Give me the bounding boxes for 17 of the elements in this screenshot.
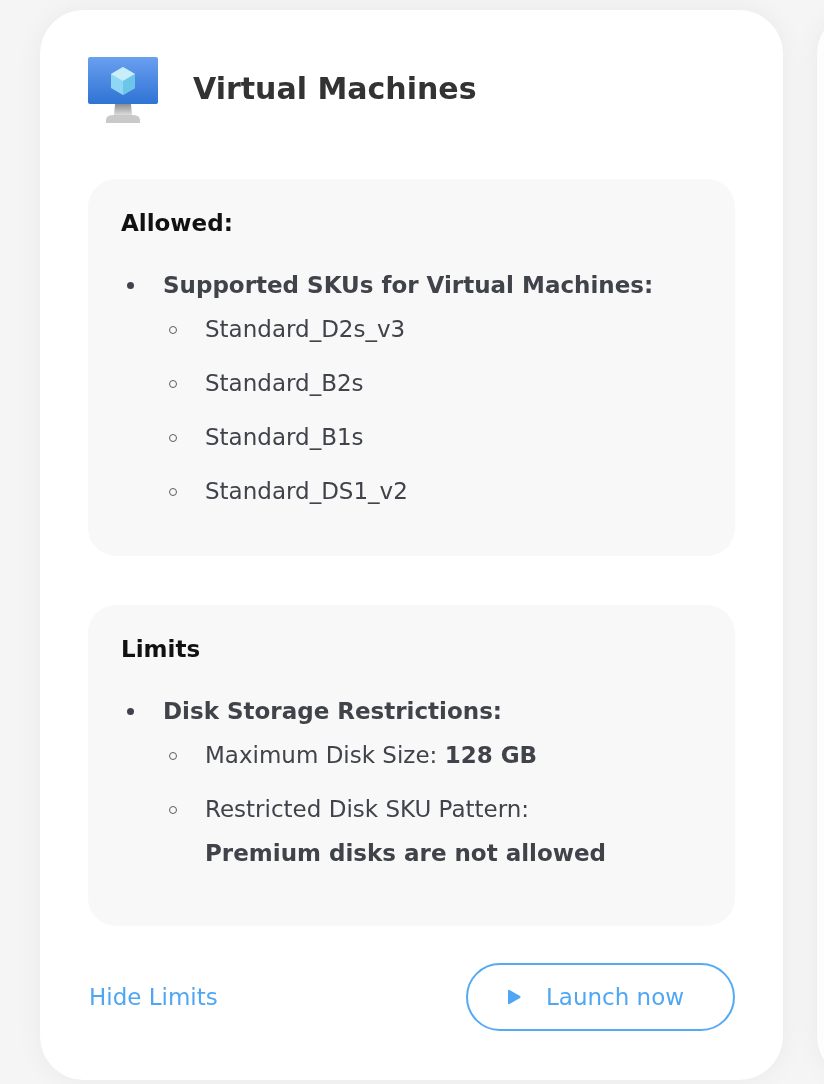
monitor-cube-icon: [88, 57, 158, 125]
list-item: Standard_D2s_v3: [205, 315, 406, 344]
group-title: Supported SKUs for Virtual Machines:: [163, 271, 654, 300]
list-item: Standard_B1s: [205, 423, 364, 452]
play-icon: [508, 989, 521, 1005]
list-item: Restricted Disk SKU Pattern: Premium disks are not allowed: [205, 795, 607, 868]
bullet-icon: [127, 708, 134, 715]
section-heading: Allowed:: [121, 209, 234, 238]
card-title: Virtual Machines: [193, 70, 477, 108]
list-item: Maximum Disk Size: 128 GB: [205, 741, 538, 770]
section-heading: Limits: [121, 635, 202, 664]
list-item: Standard_B2s: [205, 369, 364, 398]
list-item: Standard_DS1_v2: [205, 477, 408, 506]
launch-button[interactable]: Launch now: [466, 963, 735, 1031]
hide-limits-link[interactable]: Hide Limits: [89, 982, 218, 1012]
bullet-icon: [127, 282, 134, 289]
group-title: Disk Storage Restrictions:: [163, 697, 503, 726]
